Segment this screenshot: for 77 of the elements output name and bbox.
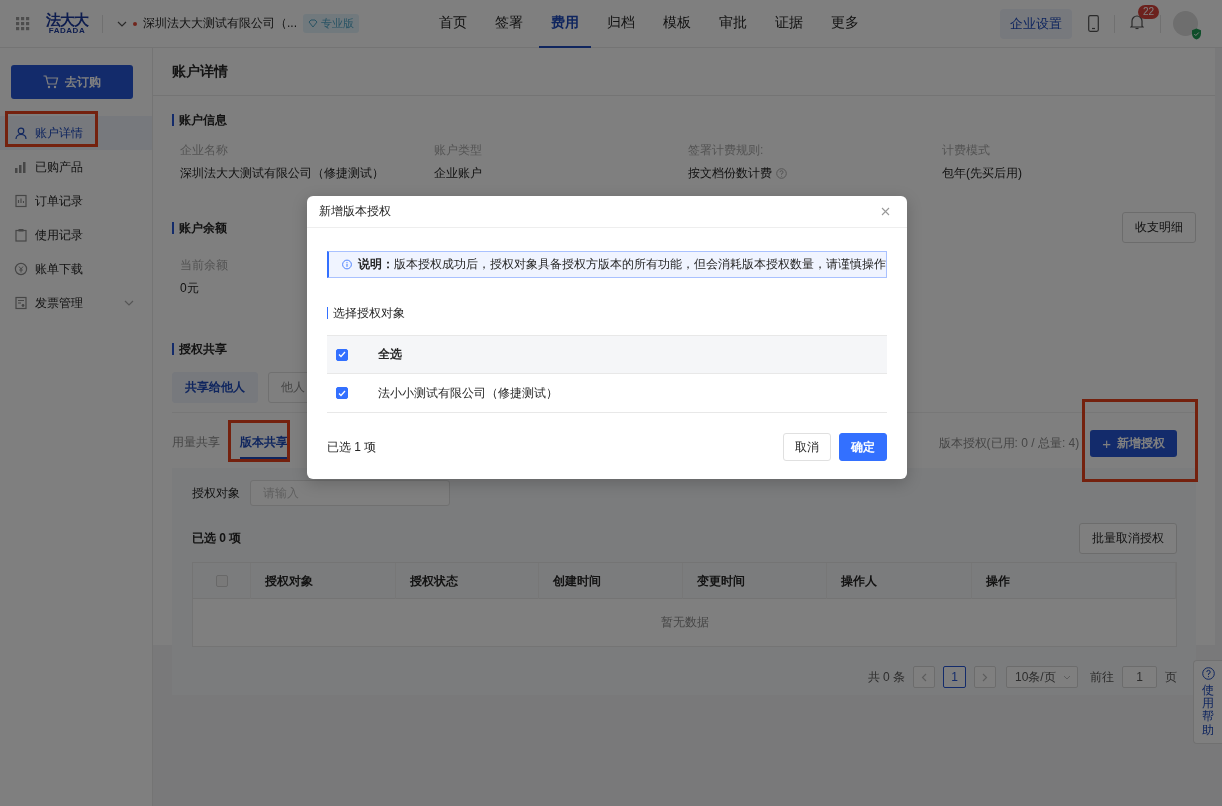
- chevron-left-icon: [921, 672, 927, 682]
- nav-tab[interactable]: 模板: [651, 0, 703, 48]
- goto-suffix: 页: [1165, 668, 1177, 686]
- column-header: 授权对象: [251, 563, 396, 599]
- confirm-button[interactable]: 确定: [839, 433, 887, 461]
- details-button[interactable]: 收支明细: [1122, 212, 1196, 243]
- caret-icon: [1063, 674, 1071, 680]
- nav-tab[interactable]: 归档: [595, 0, 647, 48]
- dialog-title: 新增版本授权: [319, 203, 391, 220]
- column-header: 操作人: [827, 563, 972, 599]
- nav-tab[interactable]: 证据: [763, 0, 815, 48]
- app-grid-icon[interactable]: [16, 16, 30, 31]
- help-widget[interactable]: 使用帮助: [1193, 660, 1222, 744]
- help-icon[interactable]: [776, 168, 787, 179]
- company-option: 法小小测试有限公司（修捷测试）: [378, 384, 558, 402]
- logo-subtext: FADADA: [48, 27, 86, 35]
- field-value: 包年(先买后用): [942, 165, 1022, 182]
- selected-count: 已选 0 项: [192, 530, 242, 547]
- company-name[interactable]: 深圳法大大测试有限公司（...: [143, 15, 297, 32]
- sidebar-item[interactable]: 订单记录: [0, 184, 152, 218]
- order-button[interactable]: 去订购: [11, 65, 133, 99]
- document-icon: [14, 194, 28, 208]
- notification-badge: 22: [1138, 5, 1160, 19]
- field-value: 深圳法大大测试有限公司（修捷测试）: [180, 165, 384, 182]
- page-title: 账户详情: [153, 48, 1215, 96]
- bar-chart-icon: [14, 160, 28, 174]
- checkbox[interactable]: [336, 348, 348, 361]
- section-title: 选择授权对象: [327, 307, 887, 319]
- field-value: 企业账户: [434, 165, 482, 182]
- total-count: 共 0 条: [867, 668, 905, 686]
- sidebar-item[interactable]: 账单下载: [0, 252, 152, 286]
- section-title: 账户信息: [172, 114, 1196, 126]
- invoice-icon: [14, 296, 28, 310]
- cart-icon: [43, 75, 59, 89]
- sidebar-item[interactable]: 使用记录: [0, 218, 152, 252]
- close-icon[interactable]: [881, 207, 890, 216]
- add-authorization-button[interactable]: + 新增授权: [1090, 430, 1177, 457]
- help-icon: [1201, 667, 1215, 680]
- sidebar-item[interactable]: 已购产品: [0, 150, 152, 184]
- field-value: 按文档份数计费: [688, 165, 772, 182]
- settings-button[interactable]: 企业设置: [1000, 8, 1072, 39]
- edition-badge: 专业版: [303, 14, 359, 33]
- user-icon: [14, 126, 28, 140]
- logo-text: 法大大: [46, 12, 88, 27]
- field-value: 0元: [180, 280, 199, 297]
- bell-icon[interactable]: [1130, 14, 1144, 30]
- yen-coin-icon: [14, 262, 28, 276]
- phone-icon[interactable]: [1088, 15, 1099, 32]
- next-page-button[interactable]: [974, 666, 996, 688]
- goto-label: 前往: [1090, 668, 1114, 686]
- chevron-right-icon: [982, 672, 988, 682]
- status-dot: [133, 21, 137, 26]
- notice-banner: 说明：版本授权成功后，授权对象具备授权方版本的所有功能，但会消耗版本授权数量，请谨慎操作: [327, 251, 887, 278]
- column-header: 操作: [972, 563, 1176, 599]
- checkbox[interactable]: [336, 387, 348, 399]
- nav-tab[interactable]: 更多: [819, 0, 871, 48]
- nav-tab[interactable]: 首页: [427, 0, 479, 48]
- section-title: 账户余额: [172, 221, 227, 234]
- filter-label: 授权对象: [192, 484, 240, 502]
- page-button[interactable]: 1: [943, 666, 966, 688]
- batch-cancel-button[interactable]: 批量取消授权: [1079, 523, 1177, 554]
- nav-tab[interactable]: 审批: [707, 0, 759, 48]
- chevron-down-icon[interactable]: [124, 300, 134, 306]
- nav-tab[interactable]: 签署: [483, 0, 535, 48]
- column-header: 授权状态: [396, 563, 539, 599]
- column-header: 创建时间: [539, 563, 683, 599]
- cancel-button[interactable]: 取消: [783, 433, 831, 461]
- page-size-select[interactable]: 10条/页: [1006, 666, 1078, 688]
- tab[interactable]: 共享给他人: [172, 372, 258, 403]
- sidebar-item[interactable]: 发票管理: [0, 286, 152, 320]
- chevron-down-icon[interactable]: [117, 20, 127, 27]
- previous-page-button[interactable]: [913, 666, 935, 688]
- page-input[interactable]: 1: [1122, 666, 1157, 688]
- sub-tab[interactable]: 版本共享: [240, 434, 288, 459]
- selected-count: 已选 1 项: [327, 438, 377, 456]
- column-header: 变更时间: [683, 563, 827, 599]
- clipboard-icon: [14, 228, 28, 242]
